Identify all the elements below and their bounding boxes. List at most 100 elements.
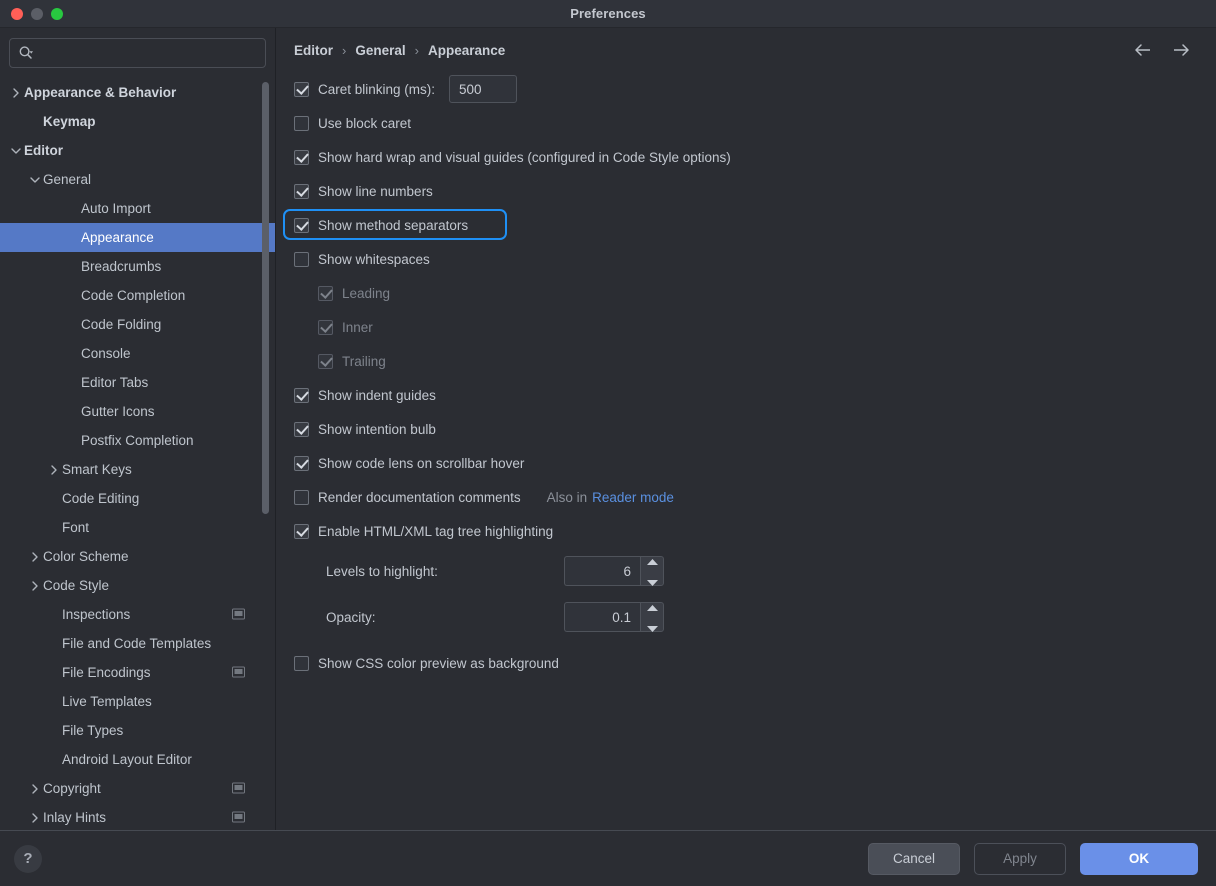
breadcrumb-item-editor[interactable]: Editor — [294, 43, 333, 58]
show-intention-bulb-checkbox[interactable] — [294, 421, 309, 437]
sidebar-item-general[interactable]: General — [0, 165, 275, 194]
setting-show-css-preview: Show CSS color preview as background — [294, 646, 1198, 680]
sidebar-item-code-editing[interactable]: Code Editing — [0, 484, 275, 513]
zoom-button[interactable] — [51, 7, 63, 20]
enable-tag-tree-checkbox[interactable] — [294, 523, 309, 539]
sidebar-item-label: Console — [81, 346, 131, 361]
search-wrapper — [0, 28, 275, 76]
chevron-right-icon[interactable] — [46, 464, 62, 475]
whitespace-inner-checkbox — [318, 319, 333, 335]
levels-to-highlight-value[interactable]: 6 — [564, 556, 640, 586]
whitespace-leading-checkbox — [318, 285, 333, 301]
ok-button[interactable]: OK — [1080, 842, 1198, 875]
sidebar-item-file-and-code-templates[interactable]: File and Code Templates — [0, 629, 275, 658]
close-button[interactable] — [11, 7, 23, 20]
use-block-caret-checkbox[interactable] — [294, 115, 309, 131]
sidebar-item-appearance-behavior[interactable]: Appearance & Behavior — [0, 78, 275, 107]
sidebar-item-keymap[interactable]: Keymap — [0, 107, 275, 136]
sidebar-item-label: Keymap — [43, 114, 96, 129]
sidebar-item-breadcrumbs[interactable]: Breadcrumbs — [0, 252, 275, 281]
render-doc-comments-label: Render documentation comments — [318, 489, 521, 505]
sidebar-item-code-folding[interactable]: Code Folding — [0, 310, 275, 339]
sidebar-item-editor-tabs[interactable]: Editor Tabs — [0, 368, 275, 397]
sidebar-item-inspections[interactable]: Inspections — [0, 600, 275, 629]
sidebar-item-file-encodings[interactable]: File Encodings — [0, 658, 275, 687]
stepper-down-icon[interactable] — [646, 573, 658, 591]
breadcrumb-item-general[interactable]: General — [355, 43, 405, 58]
search-icon — [18, 45, 34, 61]
sidebar-item-appearance[interactable]: Appearance — [0, 223, 275, 252]
sidebar-item-code-completion[interactable]: Code Completion — [0, 281, 275, 310]
minimize-button[interactable] — [31, 7, 43, 20]
show-intention-bulb-label: Show intention bulb — [318, 421, 436, 437]
reader-mode-link[interactable]: Reader mode — [592, 490, 674, 505]
chevron-right-icon[interactable] — [27, 812, 43, 823]
chevron-right-icon[interactable] — [8, 87, 24, 98]
sidebar-item-inlay-hints[interactable]: Inlay Hints — [0, 803, 275, 830]
sidebar-scrollbar-thumb[interactable] — [262, 82, 269, 514]
sidebar-item-editor[interactable]: Editor — [0, 136, 275, 165]
sidebar-item-label: Auto Import — [81, 201, 151, 216]
show-code-lens-checkbox[interactable] — [294, 455, 309, 471]
sidebar-item-live-templates[interactable]: Live Templates — [0, 687, 275, 716]
caret-blinking-input[interactable]: 500 — [449, 75, 518, 103]
opacity-stepper-buttons[interactable] — [640, 602, 664, 632]
opacity-value[interactable]: 0.1 — [564, 602, 640, 632]
settings-tree[interactable]: Appearance & Behavior Keymap Editor General… — [0, 76, 275, 830]
setting-enable-tag-tree: Enable HTML/XML tag tree highlighting — [294, 514, 1198, 548]
search-box[interactable] — [9, 38, 266, 68]
setting-show-line-numbers: Show line numbers — [294, 174, 1198, 208]
apply-button[interactable]: Apply — [974, 842, 1066, 875]
levels-stepper-buttons[interactable] — [640, 556, 664, 586]
sidebar-item-label: Android Layout Editor — [62, 752, 192, 767]
sidebar-item-postfix-completion[interactable]: Postfix Completion — [0, 426, 275, 455]
stepper-up-icon[interactable] — [646, 552, 658, 570]
opacity-stepper[interactable]: 0.1 — [564, 602, 664, 632]
stepper-up-icon[interactable] — [646, 598, 658, 616]
show-hard-wrap-checkbox[interactable] — [294, 149, 309, 165]
sidebar-item-android-layout-editor[interactable]: Android Layout Editor — [0, 745, 275, 774]
sidebar-item-font[interactable]: Font — [0, 513, 275, 542]
chevron-right-icon[interactable] — [27, 783, 43, 794]
sidebar-item-label: General — [43, 172, 92, 187]
sidebar-item-console[interactable]: Console — [0, 339, 275, 368]
stepper-down-icon[interactable] — [646, 619, 658, 637]
sidebar-item-label: Code Folding — [81, 317, 162, 332]
also-in-label: Also in — [546, 489, 588, 505]
sidebar-item-file-types[interactable]: File Types — [0, 716, 275, 745]
chevron-down-icon[interactable] — [27, 175, 43, 185]
back-arrow-icon[interactable] — [1132, 39, 1154, 61]
chevron-right-icon[interactable] — [27, 551, 43, 562]
sidebar-item-label: Editor Tabs — [81, 375, 149, 390]
sidebar-item-color-scheme[interactable]: Color Scheme — [0, 542, 275, 571]
whitespace-trailing-checkbox — [318, 353, 333, 369]
chevron-down-icon[interactable] — [8, 146, 24, 156]
render-doc-comments-checkbox[interactable] — [294, 489, 309, 505]
setting-show-intention-bulb: Show intention bulb — [294, 412, 1198, 446]
show-method-separators-checkbox[interactable] — [294, 217, 309, 233]
cancel-button[interactable]: Cancel — [868, 842, 960, 875]
show-css-preview-checkbox[interactable] — [294, 655, 309, 671]
levels-to-highlight-stepper[interactable]: 6 — [564, 556, 664, 586]
caret-blinking-checkbox[interactable] — [294, 81, 309, 97]
sidebar-scrollbar-track[interactable] — [262, 82, 269, 830]
whitespace-trailing-label: Trailing — [342, 353, 386, 369]
sidebar-item-auto-import[interactable]: Auto Import — [0, 194, 275, 223]
show-line-numbers-label: Show line numbers — [318, 183, 433, 199]
search-input[interactable] — [34, 45, 257, 61]
whitespace-leading-label: Leading — [342, 285, 391, 301]
show-indent-guides-checkbox[interactable] — [294, 387, 309, 403]
footer-actions: Cancel Apply OK — [868, 842, 1198, 875]
sidebar-item-label: File Encodings — [62, 665, 151, 680]
sidebar-item-code-style[interactable]: Code Style — [0, 571, 275, 600]
help-button[interactable]: ? — [14, 844, 42, 873]
sidebar-item-smart-keys[interactable]: Smart Keys — [0, 455, 275, 484]
sidebar-item-copyright[interactable]: Copyright — [0, 774, 275, 803]
show-whitespaces-checkbox[interactable] — [294, 251, 309, 267]
show-line-numbers-checkbox[interactable] — [294, 183, 309, 199]
sidebar-item-label: Code Completion — [81, 288, 186, 303]
chevron-right-icon[interactable] — [27, 580, 43, 591]
sidebar-item-gutter-icons[interactable]: Gutter Icons — [0, 397, 275, 426]
forward-arrow-icon[interactable] — [1170, 39, 1192, 61]
use-block-caret-label: Use block caret — [318, 115, 412, 131]
